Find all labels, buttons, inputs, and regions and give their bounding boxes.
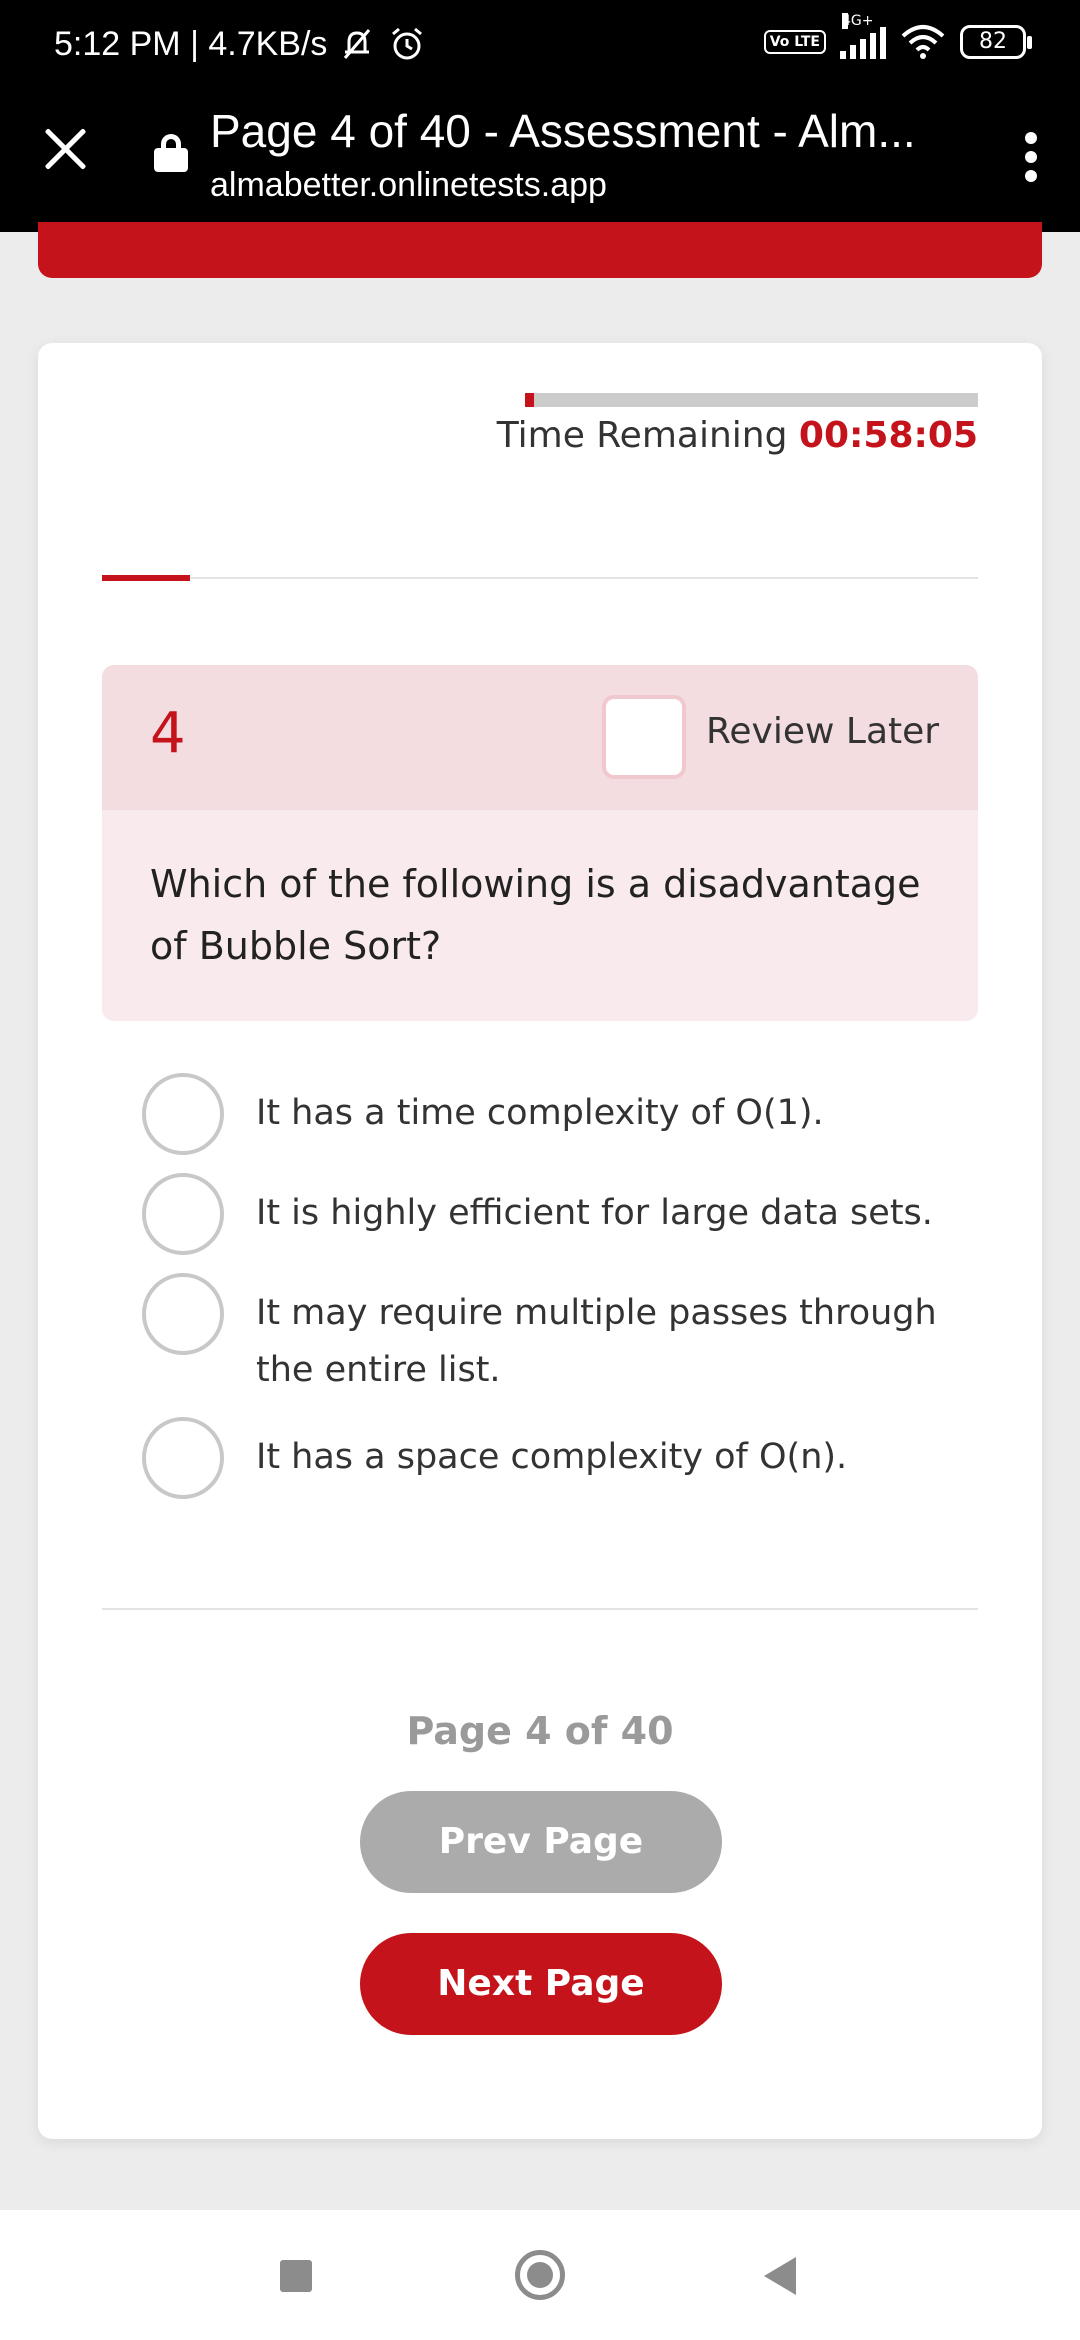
kebab-menu-icon[interactable] xyxy=(1024,132,1038,182)
radio-button[interactable] xyxy=(142,1417,224,1499)
battery-icon: 82 xyxy=(960,25,1032,59)
header-banner xyxy=(38,222,1042,278)
alarm-icon xyxy=(392,27,423,60)
review-later-label[interactable]: Review Later xyxy=(706,711,939,752)
battery-level: 82 xyxy=(979,29,1007,54)
radio-button[interactable] xyxy=(142,1173,224,1255)
browser-toolbar: Page 4 of 40 - Assessment - Alm... almab… xyxy=(0,96,1080,232)
question-number: 4 xyxy=(150,701,186,766)
answer-option[interactable]: It may require multiple passes through t… xyxy=(142,1273,982,1399)
answer-option[interactable]: It is highly efficient for large data se… xyxy=(142,1173,982,1255)
volte-badge: Vo LTE xyxy=(763,30,826,54)
radio-button[interactable] xyxy=(142,1273,224,1355)
timer-progress-fill xyxy=(525,393,535,407)
assessment-card: Time Remaining 00:58:05 4 Review Later W… xyxy=(38,343,1042,2139)
nav-back-icon[interactable] xyxy=(764,2257,796,2295)
answer-options: It has a time complexity of O(1). It is … xyxy=(142,1073,982,1517)
timer-progress-bar xyxy=(525,393,978,407)
browser-url[interactable]: almabetter.onlinetests.app xyxy=(210,166,607,205)
answer-option-label[interactable]: It may require multiple passes through t… xyxy=(256,1273,982,1399)
time-remaining: Time Remaining 00:58:05 xyxy=(497,415,978,456)
status-left: 5:12 PM | 4.7KB/s xyxy=(54,24,427,64)
page-indicator: Page 4 of 40 xyxy=(406,1709,674,1753)
question-progress-fill xyxy=(102,575,190,581)
question-box: 4 Review Later Which of the following is… xyxy=(102,665,978,1021)
answer-option-label[interactable]: It has a time complexity of O(1). xyxy=(256,1073,824,1142)
question-header: 4 Review Later xyxy=(102,665,978,810)
time-remaining-label: Time Remaining xyxy=(496,415,788,456)
answer-option-label[interactable]: It is highly efficient for large data se… xyxy=(256,1173,933,1242)
divider xyxy=(102,1608,978,1610)
review-later-checkbox[interactable] xyxy=(602,695,686,779)
status-time-speed: 5:12 PM | 4.7KB/s xyxy=(54,24,328,63)
status-right: Vo LTE 4G+ 82 xyxy=(763,13,1032,60)
nav-home-icon[interactable] xyxy=(515,2250,565,2300)
answer-option-label[interactable]: It has a space complexity of O(n). xyxy=(256,1417,847,1486)
signal-icon: 4G+ xyxy=(840,13,886,59)
next-page-button[interactable]: Next Page xyxy=(360,1933,722,2035)
radio-button[interactable] xyxy=(142,1073,224,1155)
status-bar: 5:12 PM | 4.7KB/s Vo LTE 4G+ 82 xyxy=(0,0,1080,96)
question-progress-track xyxy=(102,575,978,581)
wifi-icon xyxy=(901,25,945,59)
prev-page-button[interactable]: Prev Page xyxy=(360,1791,722,1893)
answer-option[interactable]: It has a time complexity of O(1). xyxy=(142,1073,982,1155)
question-text: Which of the following is a disadvantage… xyxy=(150,862,921,968)
time-remaining-value: 00:58:05 xyxy=(798,415,978,456)
browser-page-title[interactable]: Page 4 of 40 - Assessment - Alm... xyxy=(210,104,916,158)
lock-icon[interactable] xyxy=(154,134,188,172)
answer-option[interactable]: It has a space complexity of O(n). xyxy=(142,1417,982,1499)
bell-off-icon xyxy=(344,29,371,59)
nav-recents-icon[interactable] xyxy=(280,2260,312,2292)
system-nav-bar xyxy=(0,2210,1080,2340)
close-icon[interactable] xyxy=(42,126,88,172)
network-type: 4G+ xyxy=(842,13,874,29)
